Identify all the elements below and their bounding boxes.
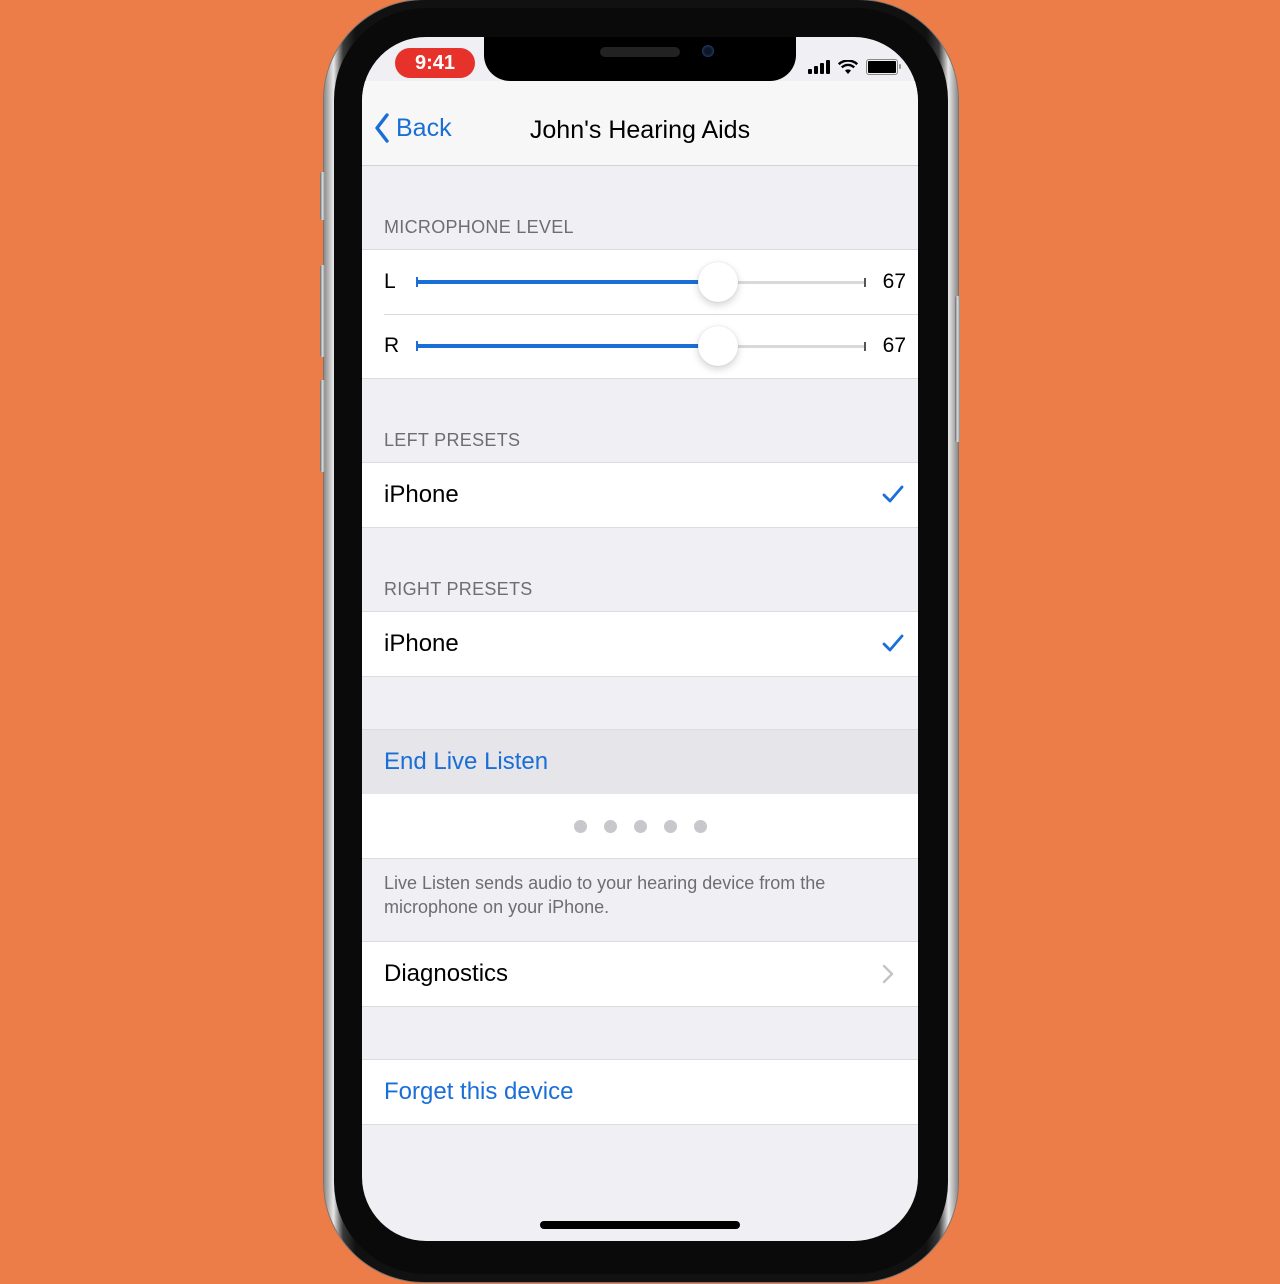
left-preset-iphone[interactable]: iPhone (362, 463, 918, 527)
section-header-label: LEFT PRESETS (384, 430, 521, 450)
silent-switch (320, 172, 325, 220)
slider-max-tick (864, 342, 866, 351)
slider-min-tick (416, 341, 418, 351)
notch (484, 37, 796, 81)
forget-device-button[interactable]: Forget this device (362, 1060, 918, 1124)
section-header-left-presets: LEFT PRESETS (362, 379, 918, 462)
section-header-right-presets: RIGHT PRESETS (362, 528, 918, 611)
section-header-label: RIGHT PRESETS (384, 579, 533, 599)
level-dot (693, 819, 707, 833)
status-icons (808, 59, 901, 75)
slider-min-tick (416, 277, 418, 287)
slider-row-left: L 67 (362, 250, 918, 314)
section-header-label: MICROPHONE LEVEL (384, 217, 574, 237)
live-listen-group: End Live Listen (362, 729, 918, 859)
front-camera (702, 45, 714, 57)
slider-row-right: R 67 (362, 314, 918, 378)
chevron-right-icon (882, 964, 894, 984)
level-dot (603, 819, 617, 833)
channel-label: L (384, 270, 396, 293)
level-dot (633, 819, 647, 833)
end-live-listen-button[interactable]: End Live Listen (362, 730, 918, 794)
level-dot (663, 819, 677, 833)
diagnostics-label: Diagnostics (384, 960, 509, 987)
page-title: John's Hearing Aids (529, 116, 751, 144)
slider-value: 67 (882, 270, 906, 293)
slider-thumb[interactable] (697, 262, 738, 302)
slider-max-tick (864, 278, 866, 287)
battery-icon (866, 59, 901, 75)
microphone-slider-left[interactable] (416, 262, 866, 302)
forget-device-label: Forget this device (384, 1078, 574, 1105)
live-listen-footer: Live Listen sends audio to your hearing … (384, 873, 826, 917)
diagnostics-row[interactable]: Diagnostics (362, 942, 918, 1006)
slider-fill (416, 280, 718, 284)
live-listen-level-meter (362, 794, 918, 858)
right-presets-group: iPhone (362, 611, 918, 677)
section-header-microphone: MICROPHONE LEVEL (362, 166, 918, 249)
slider-thumb[interactable] (697, 326, 738, 366)
slider-value: 67 (882, 334, 906, 357)
channel-label: R (384, 334, 400, 357)
screen: 9:41 Back John's Hearing Aids MICROPHONE… (362, 37, 918, 1241)
checkmark-icon (882, 485, 904, 503)
navigation-bar: Back John's Hearing Aids (362, 81, 918, 166)
speaker-grille (600, 47, 680, 57)
home-indicator[interactable] (540, 1221, 740, 1229)
preset-label: iPhone (384, 630, 459, 657)
microphone-level-group: L 67 R 67 (362, 249, 918, 379)
right-preset-iphone[interactable]: iPhone (362, 612, 918, 676)
preset-label: iPhone (384, 481, 459, 508)
volume-down-button (320, 380, 325, 472)
forget-group: Forget this device (362, 1059, 918, 1125)
volume-up-button (320, 265, 325, 357)
wifi-icon (838, 59, 858, 74)
level-dot (573, 819, 587, 833)
left-presets-group: iPhone (362, 462, 918, 528)
slider-fill (416, 344, 718, 348)
side-button (955, 296, 960, 442)
settings-list: MICROPHONE LEVEL L 67 R 67 LEFT PRESETS … (362, 166, 918, 1125)
end-live-listen-label: End Live Listen (384, 748, 549, 775)
status-time[interactable]: 9:41 (395, 48, 475, 78)
microphone-slider-right[interactable] (416, 326, 866, 366)
cellular-signal-icon (808, 60, 830, 74)
checkmark-icon (882, 634, 904, 652)
diagnostics-group: Diagnostics (362, 941, 918, 1007)
